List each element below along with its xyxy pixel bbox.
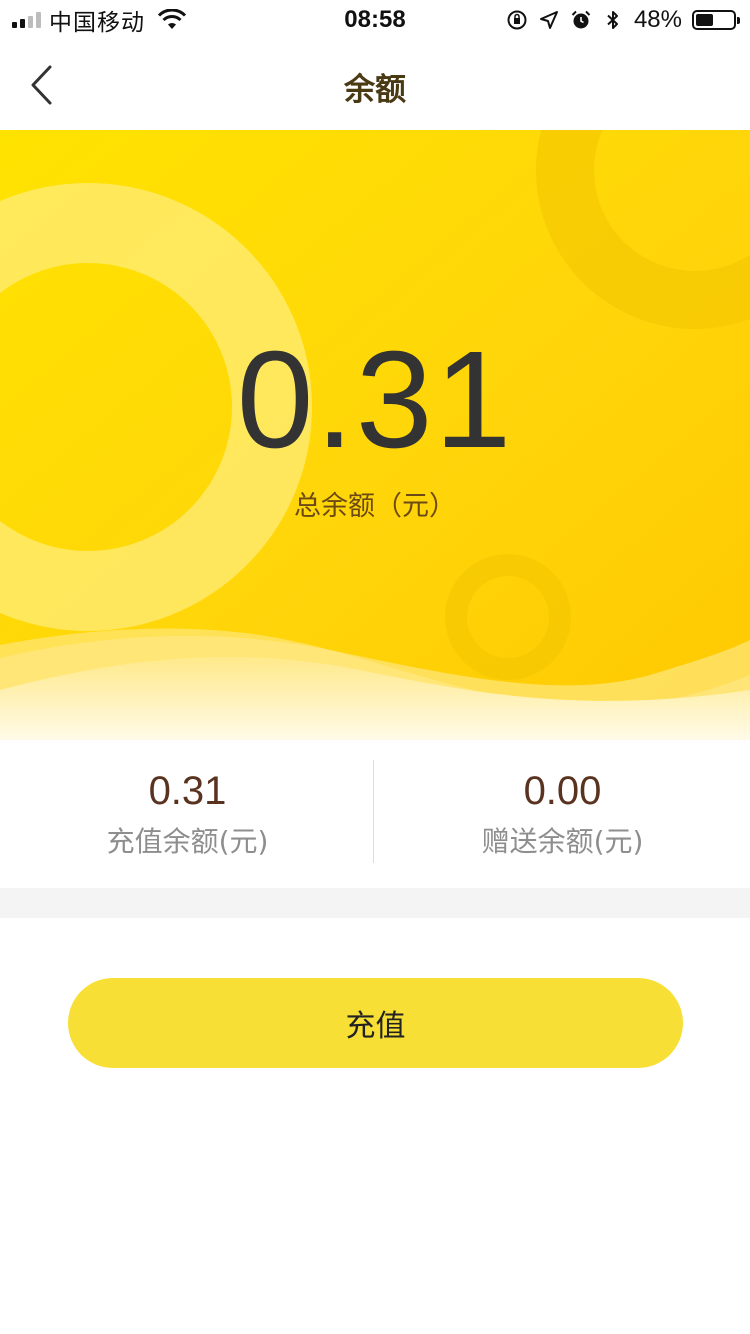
status-bar: 中国移动 08:58 48% [0, 0, 750, 40]
alarm-icon [571, 10, 591, 29]
recharge-button[interactable]: 充值 [68, 978, 683, 1068]
total-balance-label: 总余额（元） [294, 491, 456, 522]
recharge-balance-amount: 0.31 [148, 769, 227, 813]
orientation-lock-icon [507, 10, 527, 30]
recharge-balance-label: 充值余额(元) [106, 825, 269, 858]
section-separator [0, 888, 750, 918]
nav-bar: 余额 [0, 40, 750, 130]
battery-level [696, 14, 713, 26]
page-title: 余额 [344, 72, 406, 108]
battery-icon [692, 10, 740, 30]
bonus-balance-amount: 0.00 [523, 769, 602, 813]
status-right: 48% [506, 6, 740, 34]
balance-divider [373, 760, 374, 863]
battery-percent: 48% [633, 6, 682, 33]
total-balance-amount: 0.31 [236, 323, 514, 477]
balance-hero: 0.31 总余额（元） [0, 130, 750, 760]
location-icon [539, 11, 558, 29]
bluetooth-icon [607, 11, 618, 29]
bonus-balance-label: 赠送余额(元) [481, 825, 644, 858]
recharge-balance: 0.31 充值余额(元) [0, 755, 375, 865]
bonus-balance: 0.00 赠送余额(元) [375, 755, 750, 865]
balance-breakdown: 0.31 充值余额(元) 0.00 赠送余额(元) [0, 755, 750, 865]
